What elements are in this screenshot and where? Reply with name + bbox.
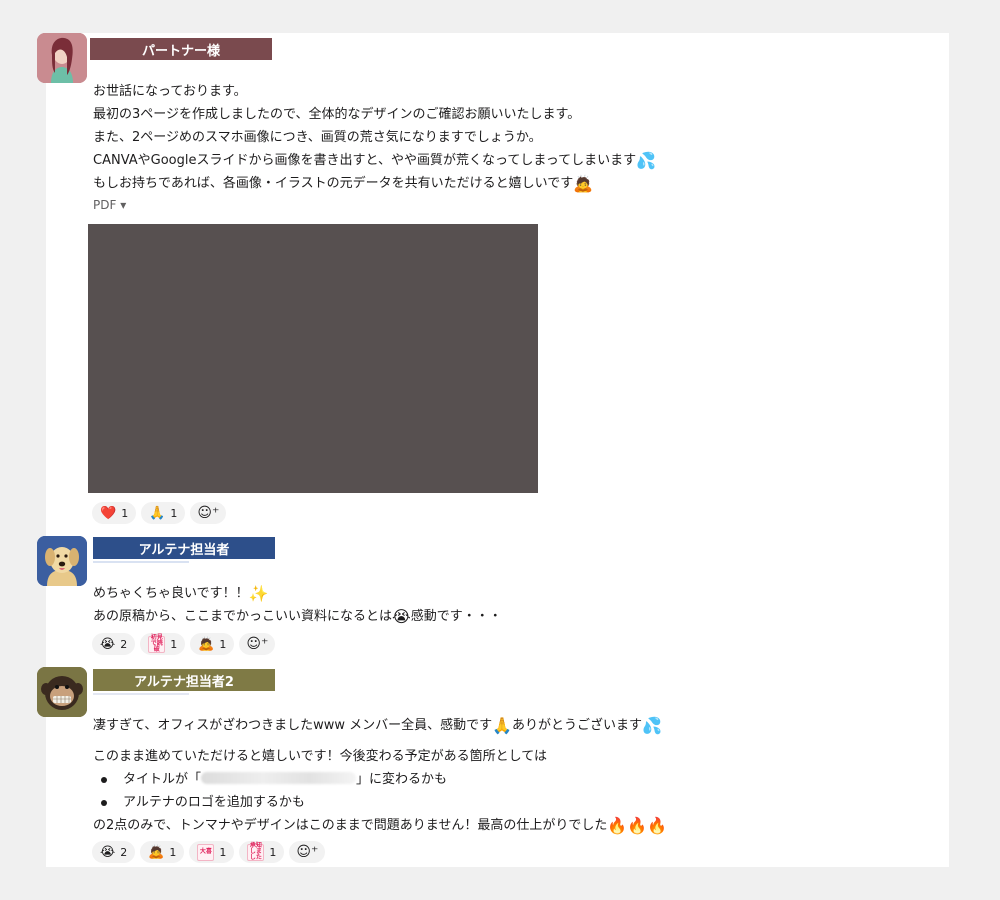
reaction-count: 1: [219, 845, 227, 859]
folded-hands-icon: 🙏: [149, 505, 166, 521]
add-reaction-button[interactable]: ☺⁺: [289, 841, 326, 863]
message-line: このまま進めていただけると嬉しいです！今後変わる予定がある箇所としては: [93, 749, 547, 764]
reaction-heart[interactable]: ❤️ 1: [92, 502, 137, 524]
fire-icon: 🔥: [647, 816, 668, 835]
reaction-crying[interactable]: 😭 2: [92, 633, 136, 655]
message-line-text: めちゃくちゃ良いです！！: [93, 586, 249, 601]
author-name-altena-2[interactable]: アルテナ担当者2: [93, 669, 275, 691]
list-item-text: 」に変わるかも: [356, 772, 448, 787]
bowing-person-icon: 🙇: [573, 174, 594, 193]
reaction-custom-shoken[interactable]: 初見で読破 1: [140, 633, 186, 655]
reaction-crying[interactable]: 😭 2: [92, 841, 136, 863]
sweat-drops-icon: 💦: [636, 151, 657, 170]
reaction-bow[interactable]: 🙇 1: [190, 633, 235, 655]
message-line: あの原稿から、ここまでかっこいい資料になるとは😭感動です・・・: [93, 605, 502, 628]
crying-face-icon: 😭: [100, 844, 116, 860]
reaction-bar-2: 😭 2 初見で読破 1 🙇 1 ☺⁺: [92, 633, 276, 655]
reaction-count: 1: [170, 637, 178, 651]
name-underline: [93, 693, 189, 695]
message-line-text: CANVAやGoogleスライドから画像を書き出すと、やや画質が荒くなってしまっ…: [93, 153, 637, 168]
message-line-text: 凄すぎて、オフィスがざわつきましたwww メンバー全員、感動です: [93, 718, 493, 733]
custom-stamp-icon: 承知しました: [247, 843, 265, 861]
pdf-preview-image[interactable]: [88, 224, 538, 493]
monkey-avatar-icon: [37, 667, 87, 717]
message-line: お世話になっております。: [93, 84, 247, 99]
message-line-text: もしお持ちであれば、各画像・イラストの元データを共有いただけると嬉しいです: [93, 176, 574, 191]
bowing-person-icon: 🙇: [148, 844, 165, 860]
custom-stamp-icon: 初見で読破: [148, 635, 166, 653]
message-body-3: 凄すぎて、オフィスがざわつきましたwww メンバー全員、感動です🙏ありがとうござ…: [93, 714, 667, 837]
message-line-text: の2点のみで、トンマナやデザインはこのままで問題ありません！最高の仕上がりでした: [93, 818, 608, 833]
message-line: CANVAやGoogleスライドから画像を書き出すと、やや画質が荒くなってしまっ…: [93, 149, 656, 172]
folded-hands-icon: 🙏: [492, 716, 513, 735]
list-item: アルテナのロゴを追加するかも: [93, 791, 667, 814]
message-line: めちゃくちゃ良いです！！✨: [93, 582, 502, 605]
avatar-partner[interactable]: [37, 33, 87, 83]
list-item-text: タイトルが「: [123, 772, 202, 787]
woman-avatar-icon: [37, 33, 87, 83]
message-line: もしお持ちであれば、各画像・イラストの元データを共有いただけると嬉しいです🙇: [93, 172, 656, 195]
author-name-partner[interactable]: パートナー様: [90, 38, 272, 60]
reaction-pray[interactable]: 🙏 1: [141, 502, 186, 524]
add-reaction-button[interactable]: ☺⁺: [239, 633, 276, 655]
message-line: 凄すぎて、オフィスがざわつきましたwww メンバー全員、感動です🙏ありがとうござ…: [93, 714, 667, 737]
message-line-text: 感動です・・・: [410, 609, 502, 624]
reaction-count: 1: [121, 506, 129, 520]
name-underline: [93, 561, 189, 563]
red-heart-icon: ❤️: [100, 505, 117, 521]
add-emoji-icon: ☺⁺: [296, 844, 319, 860]
reaction-count: 2: [120, 845, 128, 859]
message-line-text: ありがとうございます: [512, 718, 643, 733]
reaction-custom-shouchi[interactable]: 承知しました 1: [239, 841, 285, 863]
message-body-2: めちゃくちゃ良いです！！✨ あの原稿から、ここまでかっこいい資料になるとは😭感動…: [93, 582, 502, 628]
custom-stamp-icon: 大喜: [197, 843, 215, 861]
reaction-count: 2: [120, 637, 128, 651]
reaction-count: 1: [269, 845, 277, 859]
add-emoji-icon: ☺⁺: [197, 505, 220, 521]
crying-face-icon: 😭: [392, 607, 411, 626]
reaction-count: 1: [170, 506, 178, 520]
message-line: 最初の3ページを作成しましたので、全体的なデザインのご確認お願いいたします。: [93, 107, 581, 122]
message-body-1: お世話になっております。 最初の3ページを作成しましたので、全体的なデザインのご…: [93, 80, 656, 195]
bowing-person-icon: 🙇: [198, 636, 215, 652]
reaction-bar-3: 😭 2 🙇 1 大喜 1 承知しました 1 ☺⁺: [92, 841, 326, 863]
pdf-attachment-toggle[interactable]: PDF ▾: [93, 198, 126, 212]
reaction-custom-daiki[interactable]: 大喜 1: [189, 841, 235, 863]
author-name-altena-1[interactable]: アルテナ担当者: [93, 537, 275, 559]
dog-avatar-icon: [37, 536, 87, 586]
fire-icon: 🔥: [607, 816, 628, 835]
list-item: タイトルが「 」に変わるかも: [93, 768, 667, 791]
avatar-altena-2[interactable]: [37, 667, 87, 717]
sweat-drops-icon: 💦: [642, 716, 662, 735]
redacted-title: [201, 772, 357, 784]
message-line: また、2ページめのスマホ画像につき、画質の荒さ気になりますでしょうか。: [93, 130, 542, 145]
fire-icon: 🔥: [627, 816, 648, 835]
add-emoji-icon: ☺⁺: [246, 636, 269, 652]
reaction-count: 1: [219, 637, 227, 651]
avatar-altena-1[interactable]: [37, 536, 87, 586]
list-item-text: アルテナのロゴを追加するかも: [123, 795, 305, 810]
message-line-text: あの原稿から、ここまでかっこいい資料になるとは: [93, 609, 393, 624]
add-reaction-button[interactable]: ☺⁺: [190, 502, 227, 524]
reaction-bar-1: ❤️ 1 🙏 1 ☺⁺: [92, 502, 227, 524]
message-line: の2点のみで、トンマナやデザインはこのままで問題ありません！最高の仕上がりでした…: [93, 814, 667, 837]
reaction-count: 1: [169, 845, 177, 859]
sparkles-icon: ✨: [248, 584, 269, 603]
bullet-list: タイトルが「 」に変わるかも アルテナのロゴを追加するかも: [93, 768, 667, 814]
reaction-bow[interactable]: 🙇 1: [140, 841, 185, 863]
crying-face-icon: 😭: [100, 636, 116, 652]
